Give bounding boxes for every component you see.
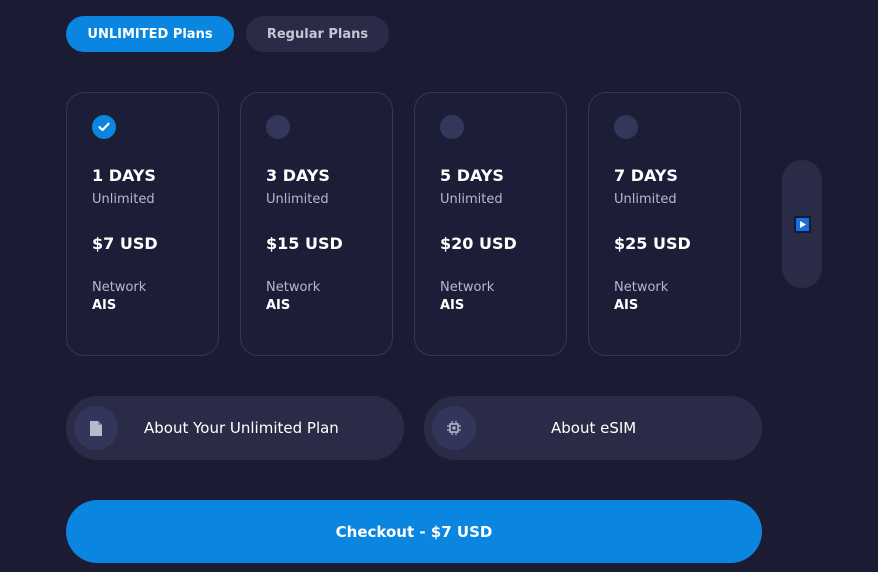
plan-card-7-days[interactable]: 7 DAYS Unlimited $25 USD Network AIS <box>588 92 741 356</box>
plan-price: $7 USD <box>92 234 158 253</box>
check-icon <box>98 122 110 132</box>
network-label: Network <box>614 280 669 295</box>
plan-card-1-day[interactable]: 1 DAYS Unlimited $7 USD Network AIS <box>66 92 219 356</box>
plan-data-type: Unlimited <box>614 192 677 207</box>
about-esim-label: About eSIM <box>551 419 637 437</box>
checkout-button[interactable]: Checkout - $7 USD <box>66 500 762 563</box>
network-label: Network <box>266 280 321 295</box>
plan-data-type: Unlimited <box>92 192 155 207</box>
plan-type-tabs: UNLIMITED Plans Regular Plans <box>66 16 389 52</box>
tab-regular-plans[interactable]: Regular Plans <box>246 16 389 52</box>
next-plans-button[interactable] <box>782 160 822 288</box>
network-label: Network <box>92 280 147 295</box>
about-unlimited-plan-button[interactable]: About Your Unlimited Plan <box>66 396 404 460</box>
network-label: Network <box>440 280 495 295</box>
plan-radio[interactable] <box>614 115 638 139</box>
plan-data-type: Unlimited <box>266 192 329 207</box>
plan-radio[interactable] <box>440 115 464 139</box>
play-icon <box>793 215 811 233</box>
plan-data-type: Unlimited <box>440 192 503 207</box>
plan-price: $15 USD <box>266 234 343 253</box>
plan-duration: 7 DAYS <box>614 166 678 185</box>
plan-radio-selected[interactable] <box>92 115 116 139</box>
network-value: AIS <box>266 298 291 313</box>
network-value: AIS <box>92 298 117 313</box>
plan-duration: 5 DAYS <box>440 166 504 185</box>
document-icon <box>74 406 118 450</box>
plan-radio[interactable] <box>266 115 290 139</box>
plan-card-3-days[interactable]: 3 DAYS Unlimited $15 USD Network AIS <box>240 92 393 356</box>
plan-price: $25 USD <box>614 234 691 253</box>
plan-card-5-days[interactable]: 5 DAYS Unlimited $20 USD Network AIS <box>414 92 567 356</box>
network-value: AIS <box>614 298 639 313</box>
esim-plan-page: UNLIMITED Plans Regular Plans 1 DAYS Unl… <box>0 0 878 572</box>
about-plan-label: About Your Unlimited Plan <box>144 419 339 437</box>
network-value: AIS <box>440 298 465 313</box>
plan-duration: 1 DAYS <box>92 166 156 185</box>
about-esim-button[interactable]: About eSIM <box>424 396 762 460</box>
chip-icon <box>432 406 476 450</box>
plan-duration: 3 DAYS <box>266 166 330 185</box>
tab-unlimited-plans[interactable]: UNLIMITED Plans <box>66 16 234 52</box>
plan-price: $20 USD <box>440 234 517 253</box>
